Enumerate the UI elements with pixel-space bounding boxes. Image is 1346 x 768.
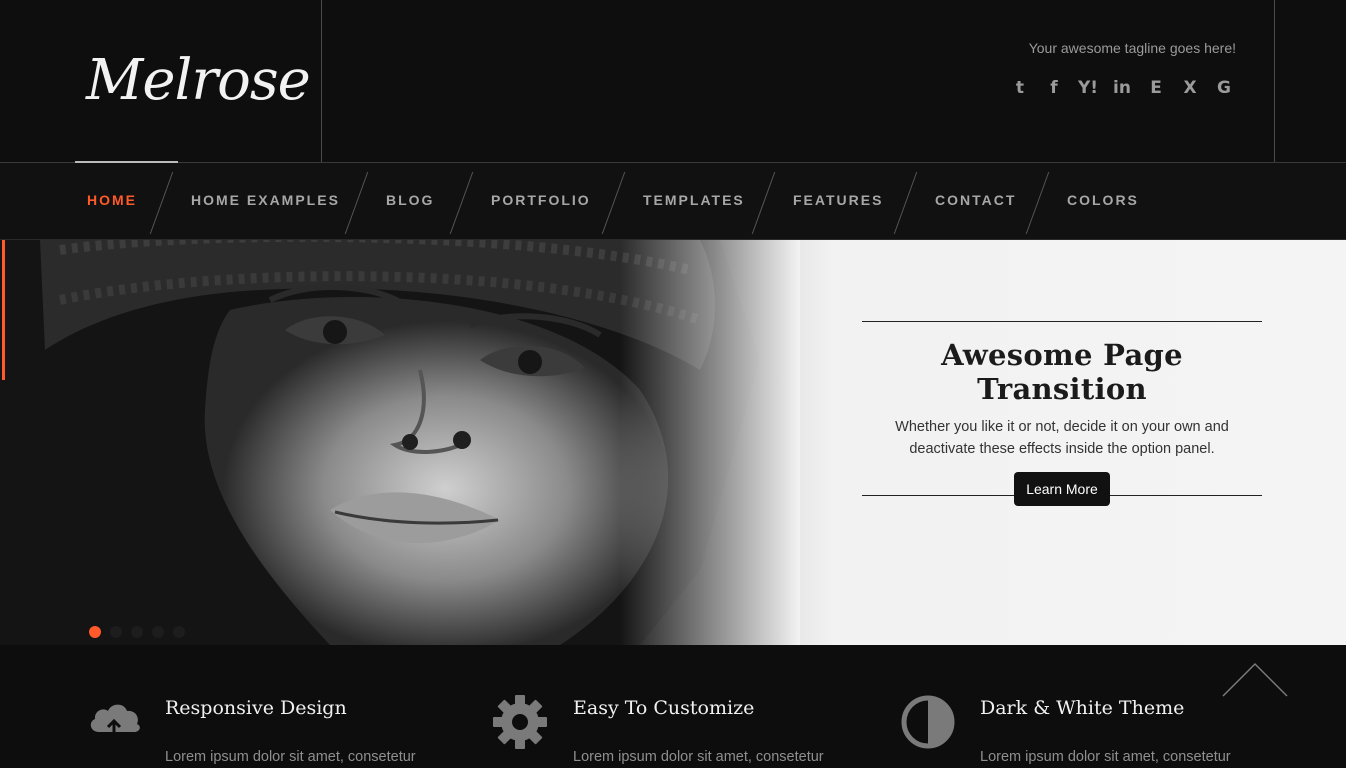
feature-title: Easy To Customize [573,697,755,719]
slider-pagination [89,626,185,638]
header-divider-right [1274,0,1275,163]
gear-icon [493,695,547,749]
twitter-icon[interactable]: t [1003,76,1037,100]
slider-dot[interactable] [89,626,101,638]
nav-item-templates[interactable]: TEMPLATES [643,192,745,208]
xing-icon[interactable]: X [1173,76,1207,100]
scroll-to-top-icon[interactable] [1222,662,1288,698]
site-logo[interactable]: Melrose [86,36,311,126]
etsy-icon[interactable]: E [1139,76,1173,100]
slider-dot[interactable] [173,626,185,638]
feature-title: Responsive Design [165,697,347,719]
slide-text: Whether you like it or not, decide it on… [895,419,1229,457]
nav-item-blog[interactable]: BLOG [386,192,434,208]
slider-dot[interactable] [152,626,164,638]
nav-item-contact[interactable]: CONTACT [935,192,1016,208]
feature-text: Lorem ipsum dolor sit amet, consetetur [980,749,1231,765]
half-circle-contrast-icon [901,695,955,749]
facebook-icon[interactable]: f [1037,76,1071,100]
slider-dot[interactable] [110,626,122,638]
hero-portrait-image [0,240,800,645]
feature-text: Lorem ipsum dolor sit amet, consetetur [573,749,824,765]
slider-dot[interactable] [131,626,143,638]
slider-accent-bar [2,240,5,380]
nav-item-features[interactable]: FEATURES [793,192,883,208]
feature-title: Dark & White Theme [980,697,1185,719]
delicious-icon[interactable]: G [1207,76,1241,100]
nav-item-home-examples[interactable]: HOME EXAMPLES [191,192,340,208]
slide-caption: Awesome Page Transition Whether you like… [862,321,1262,506]
nav-item-colors[interactable]: COLORS [1067,192,1139,208]
site-tagline: Your awesome tagline goes here! [1028,40,1236,56]
cloud-upload-icon [90,704,140,736]
yahoo-icon[interactable]: Y! [1071,76,1105,100]
header-divider-left [321,0,322,163]
nav-item-home[interactable]: HOME [87,192,137,208]
nav-item-portfolio[interactable]: PORTFOLIO [491,192,591,208]
feature-text: Lorem ipsum dolor sit amet, consetetur [165,749,416,765]
learn-more-button[interactable]: Learn More [1014,472,1110,506]
social-icons: t f Y! in E X G [1003,76,1241,100]
slide-title: Awesome Page Transition [941,338,1183,406]
linkedin-icon[interactable]: in [1105,76,1139,100]
